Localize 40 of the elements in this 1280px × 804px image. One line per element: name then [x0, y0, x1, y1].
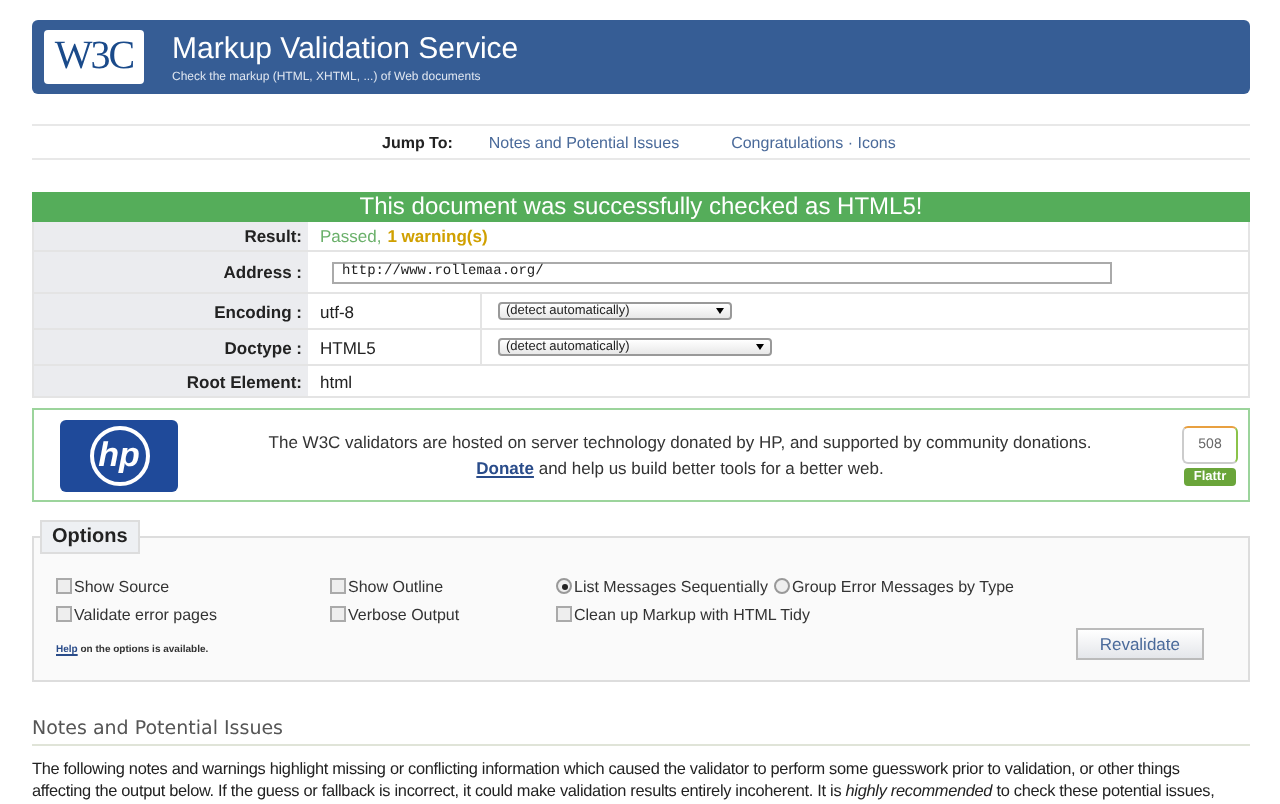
jump-label: Jump To:: [382, 133, 453, 151]
caret-icon: [756, 344, 764, 350]
field-label: Encoding :: [34, 294, 308, 328]
w3c-logo[interactable]: W3C: [44, 30, 144, 84]
jump-link[interactable]: Notes and Potential Issues: [488, 133, 680, 151]
jump-link[interactable]: Congratulations · Icons: [731, 133, 896, 151]
checkbox[interactable]: [330, 606, 346, 622]
option-label: List Messages Sequentially: [574, 577, 768, 595]
option-label: Verbose Output: [348, 605, 460, 623]
checkbox[interactable]: [56, 578, 72, 594]
option-label: Clean up Markup with HTML Tidy: [574, 605, 810, 623]
section-heading: Notes and Potential Issues: [32, 718, 1250, 746]
radio-button[interactable]: [773, 578, 790, 594]
notes-paragraph: The following notes and warnings highlight missing or conflicting information which caused the validator to perform some guesswork prior to validation, or other things affecting the output below. If the guess or fallback is incorrect, it could make validation results entirely incoherent. It is highly recommended to check these potential issues,: [32, 758, 1217, 802]
field-label: Doctype :: [34, 330, 308, 364]
field-label: Result:: [34, 222, 308, 250]
checkbox[interactable]: [330, 578, 346, 594]
result-passed: Passed,: [320, 226, 382, 246]
donate-link[interactable]: Donate: [476, 457, 534, 477]
sponsor-message: The W3C validators are hosted on server technology donated by HP, and supported by community donations.: [266, 429, 1094, 455]
field-label: Root Element:: [34, 366, 308, 396]
checkbox[interactable]: [56, 606, 72, 622]
page-title: Markup Validation Service: [172, 31, 519, 65]
hp-logo[interactable]: hp: [60, 419, 178, 491]
sponsor-message: and help us build better tools for a better web.: [538, 457, 884, 477]
caret-icon: [716, 308, 724, 314]
option-label: Show Outline: [348, 577, 444, 595]
radio-button[interactable]: [556, 578, 572, 594]
option-label: Show Source: [74, 577, 170, 595]
options-title: Options: [40, 520, 140, 554]
field-label: Address :: [34, 252, 308, 292]
success-banner: This document was successfully checked as HTML5!: [32, 192, 1250, 222]
checkbox[interactable]: [556, 606, 572, 622]
option-label: Group Error Messages by Type: [791, 577, 1014, 595]
result-warnings: 1 warning(s): [387, 226, 488, 246]
field-value: HTML5: [320, 330, 482, 364]
field-value: html: [320, 371, 353, 391]
revalidate-button[interactable]: Revalidate: [1075, 628, 1204, 660]
option-label: Validate error pages: [74, 605, 217, 623]
field-value: utf-8: [320, 294, 482, 328]
